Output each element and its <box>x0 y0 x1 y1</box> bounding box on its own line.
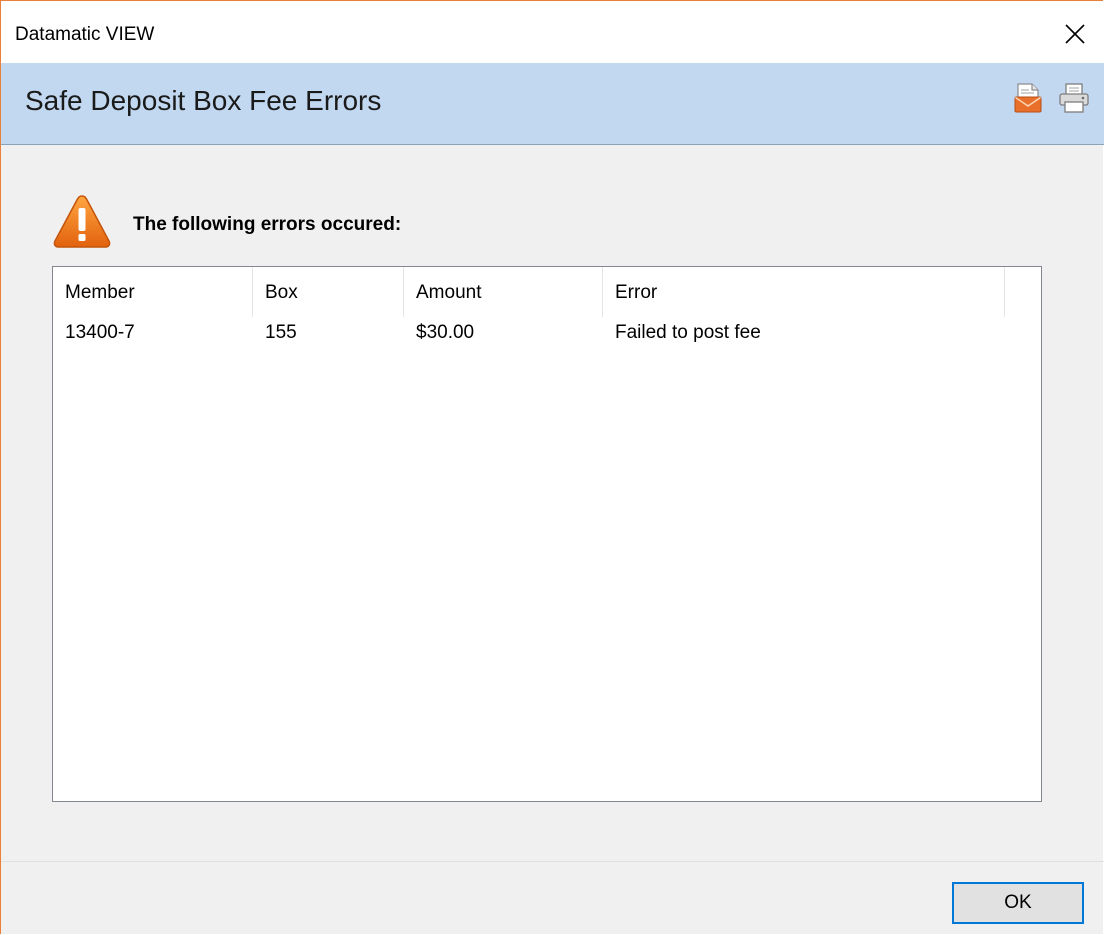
print-button[interactable] <box>1057 82 1091 114</box>
ok-button[interactable]: OK <box>952 882 1084 924</box>
column-header-member[interactable]: Member <box>53 267 253 317</box>
table-row[interactable]: 13400-7 155 $30.00 Failed to post fee <box>53 317 1041 357</box>
cell-error: Failed to post fee <box>615 322 761 343</box>
dialog-window: Datamatic VIEW Safe Deposit Box Fee Erro… <box>0 0 1104 934</box>
column-header-amount[interactable]: Amount <box>404 267 603 317</box>
page-title: Safe Deposit Box Fee Errors <box>25 85 382 116</box>
window-title: Datamatic VIEW <box>15 24 155 45</box>
error-message: The following errors occured: <box>133 214 402 235</box>
printer-icon <box>1059 83 1089 113</box>
errors-table: Member Box Amount Error 13400-7 155 $30.… <box>52 266 1042 802</box>
cell-member: 13400-7 <box>65 322 135 343</box>
close-icon <box>1065 24 1085 44</box>
cell-amount: $30.00 <box>416 322 475 343</box>
footer-divider <box>1 861 1104 862</box>
email-report-button[interactable] <box>1013 82 1043 114</box>
close-button[interactable] <box>1052 13 1098 55</box>
column-header-error[interactable]: Error <box>603 267 1005 317</box>
cell-box: 155 <box>265 322 297 343</box>
email-report-icon <box>1014 83 1042 113</box>
column-header-box[interactable]: Box <box>253 267 404 317</box>
header-banner: Safe Deposit Box Fee Errors <box>1 63 1104 145</box>
warning-icon <box>53 195 111 248</box>
title-bar[interactable]: Datamatic VIEW <box>1 1 1104 63</box>
